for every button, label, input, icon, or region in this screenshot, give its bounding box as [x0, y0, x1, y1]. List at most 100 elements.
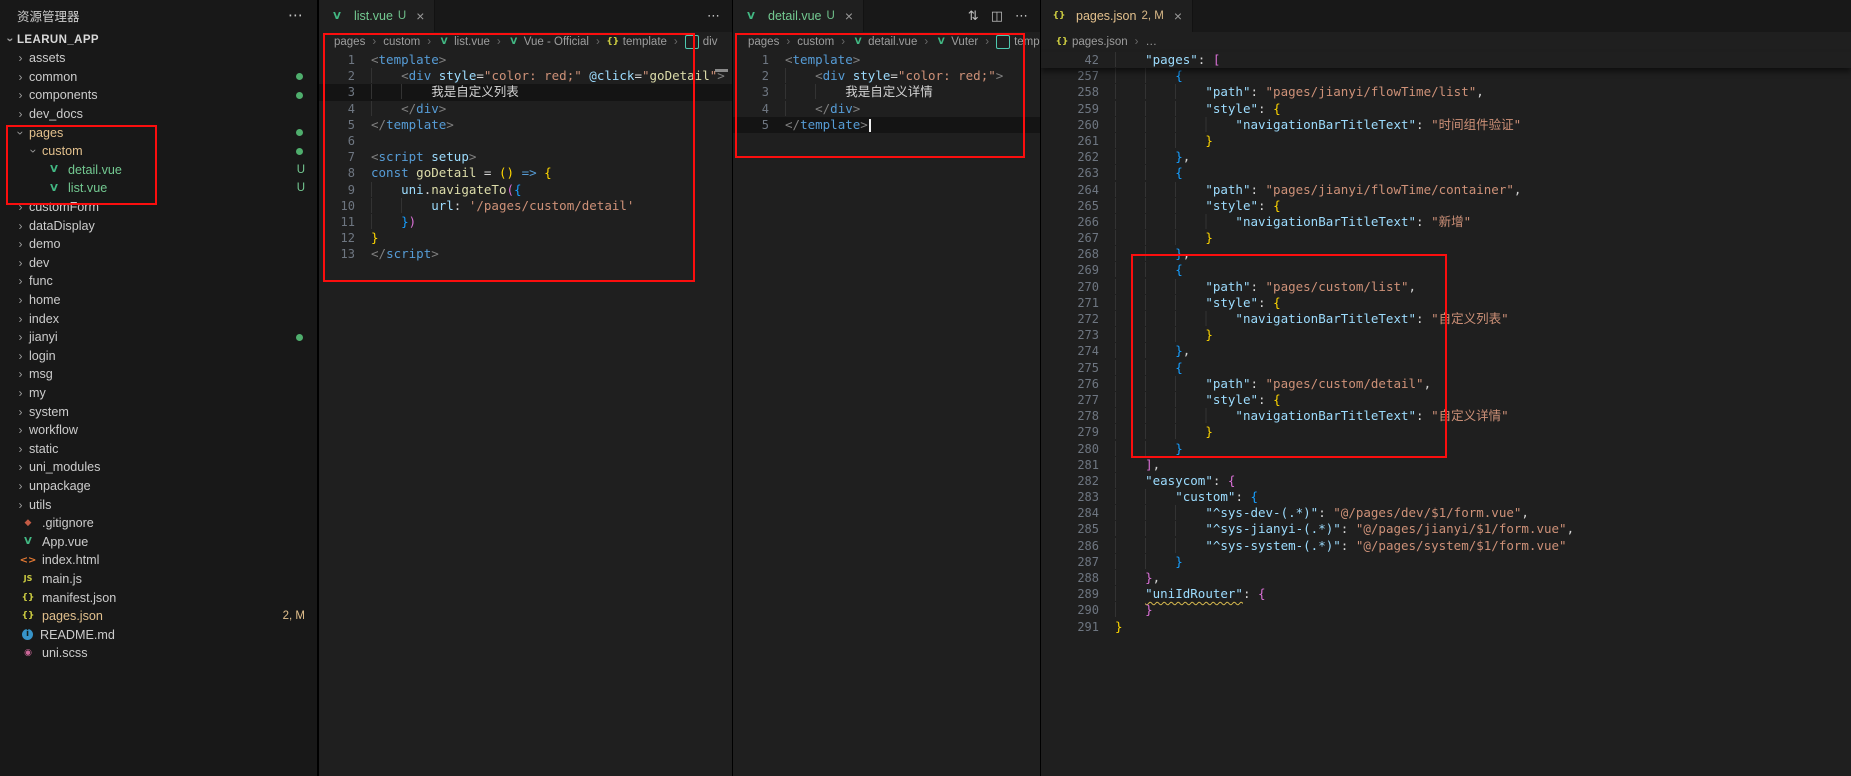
breadcrumb-item-template[interactable]: template: [996, 35, 1040, 49]
code-line: 260 "navigationBarTitleText": "时间组件验证": [1041, 117, 1851, 133]
git-change-dot: [296, 73, 303, 80]
vue-file-icon: V: [46, 162, 62, 178]
folder-item-workflow[interactable]: ›workflow: [0, 421, 317, 440]
more-actions-icon[interactable]: ⋯: [288, 6, 303, 24]
breadcrumb-item-Vue - Official[interactable]: VVue - Official: [508, 36, 589, 48]
code-line: 274 },: [1041, 343, 1851, 359]
git-status-badge: U: [297, 164, 305, 176]
file-item-index.html[interactable]: <>index.html: [0, 551, 317, 570]
folder-item-assets[interactable]: ›assets: [0, 49, 317, 68]
tab-detail-vue[interactable]: V detail.vue U ×: [733, 0, 864, 32]
file-item-App.vue[interactable]: VApp.vue: [0, 532, 317, 551]
close-icon[interactable]: ×: [845, 8, 853, 24]
code-editor[interactable]: 1<template>2 <div style="color: red;" @c…: [319, 52, 732, 262]
folder-item-unpackage[interactable]: ›unpackage: [0, 477, 317, 496]
breadcrumb-item-div[interactable]: div: [685, 35, 718, 49]
folder-item-jianyi[interactable]: ›jianyi: [0, 328, 317, 347]
line-number: 285: [1041, 521, 1115, 537]
folder-item-dev_docs[interactable]: ›dev_docs: [0, 105, 317, 124]
breadcrumb-item-pages[interactable]: pages: [748, 36, 779, 48]
folder-item-func[interactable]: ›func: [0, 272, 317, 291]
code-editor[interactable]: 42 "pages": [257 {258 "path": "pages/jia…: [1041, 52, 1851, 635]
file-item-pages.json[interactable]: {}pages.json2, M: [0, 607, 317, 626]
breadcrumb-separator: ›: [674, 36, 678, 48]
folder-item-index[interactable]: ›index: [0, 309, 317, 328]
folder-item-login[interactable]: ›login: [0, 347, 317, 366]
file-item-uni.scss[interactable]: ◉uni.scss: [0, 644, 317, 663]
split-editor-icon[interactable]: ◫: [991, 8, 1003, 24]
line-number: 1: [319, 52, 371, 68]
line-number: 267: [1041, 230, 1115, 246]
code-line: 285 "^sys-jianyi-(.*)": "@/pages/jianyi/…: [1041, 521, 1851, 537]
item-label: workflow: [29, 423, 78, 437]
folder-item-my[interactable]: ›my: [0, 384, 317, 403]
folder-item-static[interactable]: ›static: [0, 439, 317, 458]
line-number: 278: [1041, 408, 1115, 424]
breadcrumb-item-detail.vue[interactable]: Vdetail.vue: [852, 36, 917, 48]
breadcrumb: pages›custom›Vlist.vue›VVue - Official›{…: [319, 32, 732, 52]
line-number: 281: [1041, 457, 1115, 473]
folder-item-components[interactable]: ›components: [0, 86, 317, 105]
folder-item-uni_modules[interactable]: ›uni_modules: [0, 458, 317, 477]
line-number: 264: [1041, 182, 1115, 198]
item-label: main.js: [42, 572, 82, 586]
item-label: customForm: [29, 200, 99, 214]
breadcrumb-separator: ›: [596, 36, 600, 48]
file-item-manifest.json[interactable]: {}manifest.json: [0, 588, 317, 607]
folder-item-pages[interactable]: ›pages: [0, 123, 317, 142]
file-item-README.md[interactable]: iREADME.md: [0, 625, 317, 644]
folder-item-custom[interactable]: ›custom: [0, 142, 317, 161]
folder-item-home[interactable]: ›home: [0, 291, 317, 310]
explorer-sidebar: 资源管理器 ⋯ › LEARUN_APP ›assets›common›comp…: [0, 0, 318, 776]
code-line: 276 "path": "pages/custom/detail",: [1041, 376, 1851, 392]
line-number: 271: [1041, 295, 1115, 311]
tab-pages-json[interactable]: {} pages.json 2, M ×: [1041, 0, 1193, 32]
workspace-root-item[interactable]: › LEARUN_APP: [0, 30, 317, 49]
folder-item-msg[interactable]: ›msg: [0, 365, 317, 384]
breadcrumb-item-list.vue[interactable]: Vlist.vue: [438, 36, 490, 48]
line-number: 290: [1041, 602, 1115, 618]
code-line: 270 "path": "pages/custom/list",: [1041, 279, 1851, 295]
code-line: 288 },: [1041, 570, 1851, 586]
close-icon[interactable]: ×: [416, 8, 424, 24]
item-label: assets: [29, 51, 65, 65]
breadcrumb-item-pages.json[interactable]: {}pages.json: [1056, 36, 1128, 48]
code-line: 3 我是自定义详情: [733, 84, 1040, 100]
item-label: components: [29, 88, 98, 102]
code-editor[interactable]: 1<template>2 <div style="color: red;">3 …: [733, 52, 1040, 133]
breadcrumb-item-pages[interactable]: pages: [334, 36, 365, 48]
line-number: 275: [1041, 360, 1115, 376]
file-item-list.vue[interactable]: Vlist.vueU: [0, 179, 317, 198]
vue-file-icon: V: [329, 8, 345, 24]
git-change-dot: [296, 148, 303, 155]
breadcrumb-item-template[interactable]: {}template: [607, 36, 667, 48]
folder-item-customForm[interactable]: ›customForm: [0, 198, 317, 217]
more-actions-icon[interactable]: ⋯: [707, 8, 720, 24]
more-actions-icon[interactable]: ⋯: [1015, 8, 1028, 24]
file-item-detail.vue[interactable]: Vdetail.vueU: [0, 161, 317, 180]
chevron-right-icon: ›: [14, 256, 27, 270]
line-number: 5: [733, 117, 785, 133]
file-item-.gitignore[interactable]: ◆.gitignore: [0, 514, 317, 533]
folder-item-common[interactable]: ›common: [0, 68, 317, 87]
breadcrumb-item-Vuter[interactable]: VVuter: [935, 36, 978, 48]
folder-item-demo[interactable]: ›demo: [0, 235, 317, 254]
compare-changes-icon[interactable]: ⇅: [968, 8, 979, 24]
sym-icon: [996, 35, 1010, 49]
line-number: 274: [1041, 343, 1115, 359]
folder-item-dev[interactable]: ›dev: [0, 254, 317, 273]
item-label: uni.scss: [42, 646, 88, 660]
text-cursor: [869, 119, 871, 132]
code-line: 290 }: [1041, 602, 1851, 618]
folder-item-dataDisplay[interactable]: ›dataDisplay: [0, 216, 317, 235]
chevron-right-icon: ›: [14, 293, 27, 307]
breadcrumb-item-custom[interactable]: custom: [383, 36, 420, 48]
close-icon[interactable]: ×: [1174, 8, 1182, 24]
breadcrumb-item-…[interactable]: …: [1145, 36, 1157, 48]
tab-list-vue[interactable]: V list.vue U ×: [319, 0, 435, 32]
folder-item-utils[interactable]: ›utils: [0, 495, 317, 514]
file-item-main.js[interactable]: JSmain.js: [0, 570, 317, 589]
folder-item-system[interactable]: ›system: [0, 402, 317, 421]
item-label: pages.json: [42, 609, 103, 623]
breadcrumb-item-custom[interactable]: custom: [797, 36, 834, 48]
